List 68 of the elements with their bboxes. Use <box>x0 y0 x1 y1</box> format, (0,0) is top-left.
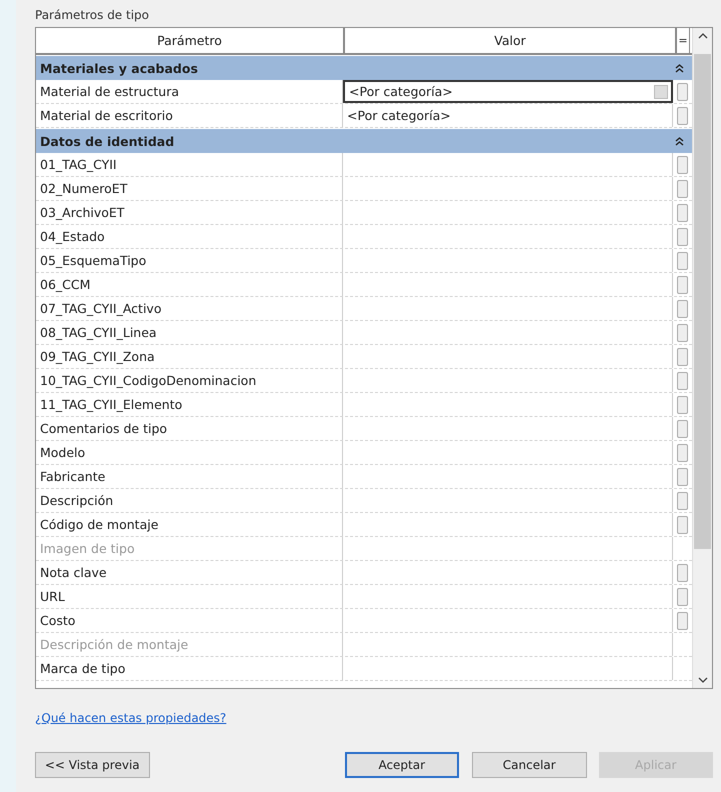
associate-parameter-button[interactable] <box>676 444 688 462</box>
associate-parameter-button[interactable] <box>676 300 688 318</box>
associate-parameter-button[interactable] <box>676 468 688 486</box>
parameter-name: Material de escritorio <box>36 104 343 127</box>
parameter-name: Modelo <box>36 441 343 464</box>
parameter-name: Descripción de montaje <box>36 633 343 656</box>
collapse-icon[interactable] <box>675 63 684 73</box>
associate-parameter-button[interactable] <box>676 82 688 100</box>
associate-parameter-button[interactable] <box>676 564 688 582</box>
scroll-thumb[interactable] <box>694 54 711 549</box>
parameter-name: Descripción <box>36 489 343 512</box>
help-link[interactable]: ¿Qué hacen estas propiedades? <box>35 711 226 725</box>
dialog-button[interactable]: << Vista previa <box>35 752 150 778</box>
parameter-name: 09_TAG_CYII_Zona <box>36 345 343 368</box>
value-field[interactable]: <Por categoría> <box>343 80 673 103</box>
scroll-down-icon[interactable] <box>698 676 708 684</box>
column-header[interactable]: = <box>677 28 690 53</box>
parameter-name: 02_NumeroET <box>36 177 343 200</box>
parameter-name: Costo <box>36 609 343 632</box>
parameter-name: Fabricante <box>36 465 343 488</box>
associate-parameter-button[interactable] <box>676 396 688 414</box>
associate-parameter-button[interactable] <box>676 252 688 270</box>
parameter-name: Código de montaje <box>36 513 343 536</box>
dialog-button[interactable]: Aceptar <box>344 752 459 778</box>
parameter-name: 03_ArchivoET <box>36 201 343 224</box>
associate-parameter-button[interactable] <box>676 204 688 222</box>
browse-icon[interactable] <box>654 84 668 98</box>
parameter-name: 06_CCM <box>36 273 343 296</box>
group-title: Materiales y acabados <box>40 60 198 76</box>
parameter-name: 08_TAG_CYII_Linea <box>36 321 343 344</box>
parameter-name: Nota clave <box>36 561 343 584</box>
parameter-name: Comentarios de tipo <box>36 417 343 440</box>
associate-parameter-button[interactable] <box>676 420 688 438</box>
value-text: <Por categoría> <box>349 84 453 99</box>
value-text: <Por categoría> <box>347 108 451 123</box>
associate-parameter-button[interactable] <box>676 492 688 510</box>
value-field[interactable]: <Por categoría> <box>343 104 673 127</box>
group-header[interactable]: Datos de identidad <box>36 129 692 153</box>
column-header[interactable]: Valor <box>345 28 677 53</box>
parameter-name: 01_TAG_CYII <box>36 153 343 176</box>
associate-parameter-button[interactable] <box>676 156 688 174</box>
collapse-icon[interactable] <box>675 136 684 146</box>
associate-parameter-button[interactable] <box>676 324 688 342</box>
scroll-up-icon[interactable] <box>698 32 708 40</box>
parameter-name: Marca de tipo <box>36 657 343 680</box>
column-header[interactable]: Parámetro <box>36 28 345 53</box>
parameter-name: 04_Estado <box>36 225 343 248</box>
parameter-name: 10_TAG_CYII_CodigoDenominacion <box>36 369 343 392</box>
associate-parameter-button[interactable] <box>676 276 688 294</box>
group-title: Datos de identidad <box>40 134 174 148</box>
parameter-name: 11_TAG_CYII_Elemento <box>36 393 343 416</box>
associate-parameter-button[interactable] <box>676 372 688 390</box>
section-title: Parámetros de tipo <box>35 8 150 22</box>
associate-parameter-button[interactable] <box>676 106 688 124</box>
parameter-name: 05_EsquemaTipo <box>36 249 343 272</box>
associate-parameter-button[interactable] <box>676 612 688 630</box>
associate-parameter-button[interactable] <box>676 516 688 534</box>
associate-parameter-button[interactable] <box>676 348 688 366</box>
associate-parameter-button[interactable] <box>676 180 688 198</box>
parameter-name: URL <box>36 585 343 608</box>
associate-parameter-button[interactable] <box>676 588 688 606</box>
parameter-name: Material de estructura <box>36 80 343 103</box>
parameter-name: Imagen de tipo <box>36 537 343 560</box>
scrollbar[interactable] <box>692 28 712 688</box>
parameter-name: 07_TAG_CYII_Activo <box>36 297 343 320</box>
associate-parameter-button[interactable] <box>676 228 688 246</box>
group-header[interactable]: Materiales y acabados <box>36 56 692 80</box>
dialog-button[interactable]: Cancelar <box>472 752 586 778</box>
